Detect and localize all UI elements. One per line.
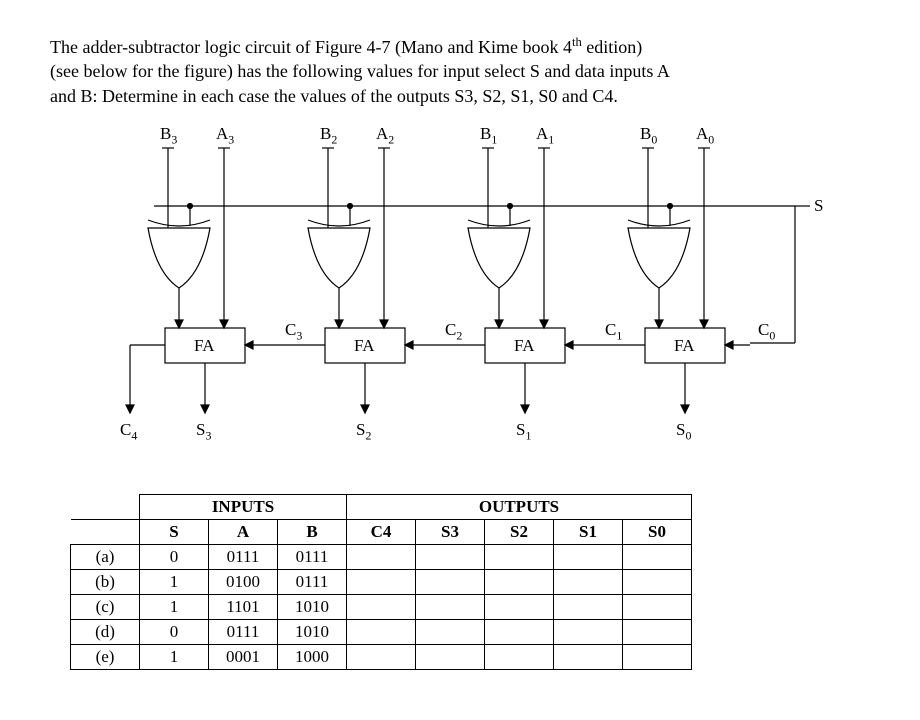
cell-B: 0111: [278, 544, 347, 569]
label-S3-out: S3: [196, 420, 211, 443]
cell-S3: [416, 569, 485, 594]
cell-A: 1101: [209, 594, 278, 619]
cell-C4: [347, 644, 416, 669]
cell-A: 0111: [209, 619, 278, 644]
col-S1: S1: [554, 519, 623, 544]
col-S3: S3: [416, 519, 485, 544]
cell-S: 1: [140, 569, 209, 594]
cell-S3: [416, 594, 485, 619]
cell-S3: [416, 619, 485, 644]
label-FA1: FA: [514, 336, 534, 356]
circuit-diagram: B3 A3 B2 A2 B1 A1 B0 A0 S FA FA FA FA C3…: [90, 128, 830, 478]
cell-A: 0100: [209, 569, 278, 594]
label-S2-out: S2: [356, 420, 371, 443]
col-A: A: [209, 519, 278, 544]
cell-S0: [623, 569, 692, 594]
cell-S2: [485, 544, 554, 569]
label-C1: C1: [605, 320, 622, 343]
cell-S1: [554, 544, 623, 569]
cell-S: 0: [140, 544, 209, 569]
row-label: (d): [71, 619, 140, 644]
label-C4: C4: [120, 420, 137, 443]
cell-S1: [554, 619, 623, 644]
cell-S0: [623, 594, 692, 619]
row-label: (e): [71, 644, 140, 669]
label-A2: A2: [376, 124, 394, 147]
q-line3: and B: Determine in each case the values…: [50, 86, 618, 106]
cell-C4: [347, 619, 416, 644]
label-FA3: FA: [194, 336, 214, 356]
row-label: (b): [71, 569, 140, 594]
cell-A: 0001: [209, 644, 278, 669]
cell-S1: [554, 569, 623, 594]
cell-S0: [623, 619, 692, 644]
cell-S1: [554, 594, 623, 619]
header-inputs: INPUTS: [140, 494, 347, 519]
cell-B: 1000: [278, 644, 347, 669]
cell-S3: [416, 644, 485, 669]
table-row: (e)100011000: [71, 644, 692, 669]
label-C2: C2: [445, 320, 462, 343]
label-S1-out: S1: [516, 420, 531, 443]
cell-S0: [623, 544, 692, 569]
header-outputs: OUTPUTS: [347, 494, 692, 519]
cell-C4: [347, 544, 416, 569]
table-row: (d)001111010: [71, 619, 692, 644]
label-C0: C0: [758, 320, 775, 343]
col-B: B: [278, 519, 347, 544]
cell-S3: [416, 544, 485, 569]
q-line1b: edition): [582, 37, 643, 57]
label-C3: C3: [285, 320, 302, 343]
cell-S0: [623, 644, 692, 669]
label-B1: B1: [480, 124, 497, 147]
label-FA2: FA: [354, 336, 374, 356]
cell-C4: [347, 594, 416, 619]
cell-A: 0111: [209, 544, 278, 569]
q-sup: th: [572, 35, 582, 49]
q-line2: (see below for the figure) has the follo…: [50, 61, 670, 81]
col-C4: C4: [347, 519, 416, 544]
cell-S2: [485, 594, 554, 619]
io-table: INPUTS OUTPUTS S A B C4 S3 S2 S1 S0 (a)0…: [70, 494, 692, 670]
label-S0-out: S0: [676, 420, 691, 443]
q-line1: The adder-subtractor logic circuit of Fi…: [50, 37, 572, 57]
cell-S: 1: [140, 594, 209, 619]
row-label: (a): [71, 544, 140, 569]
cell-S2: [485, 644, 554, 669]
label-A1: A1: [536, 124, 554, 147]
table-row: (c)111011010: [71, 594, 692, 619]
col-S2: S2: [485, 519, 554, 544]
label-FA0: FA: [674, 336, 694, 356]
cell-S1: [554, 644, 623, 669]
col-S: S: [140, 519, 209, 544]
cell-B: 1010: [278, 594, 347, 619]
label-A3: A3: [216, 124, 234, 147]
label-A0: A0: [696, 124, 714, 147]
label-S: S: [814, 196, 823, 216]
cell-C4: [347, 569, 416, 594]
label-B0: B0: [640, 124, 657, 147]
label-B3: B3: [160, 124, 177, 147]
row-label: (c): [71, 594, 140, 619]
table-row: (b)101000111: [71, 569, 692, 594]
cell-S: 1: [140, 644, 209, 669]
cell-S2: [485, 619, 554, 644]
col-S0: S0: [623, 519, 692, 544]
cell-B: 0111: [278, 569, 347, 594]
label-B2: B2: [320, 124, 337, 147]
table-row: (a)001110111: [71, 544, 692, 569]
question-text: The adder-subtractor logic circuit of Fi…: [50, 34, 870, 108]
cell-B: 1010: [278, 619, 347, 644]
cell-S2: [485, 569, 554, 594]
cell-S: 0: [140, 619, 209, 644]
